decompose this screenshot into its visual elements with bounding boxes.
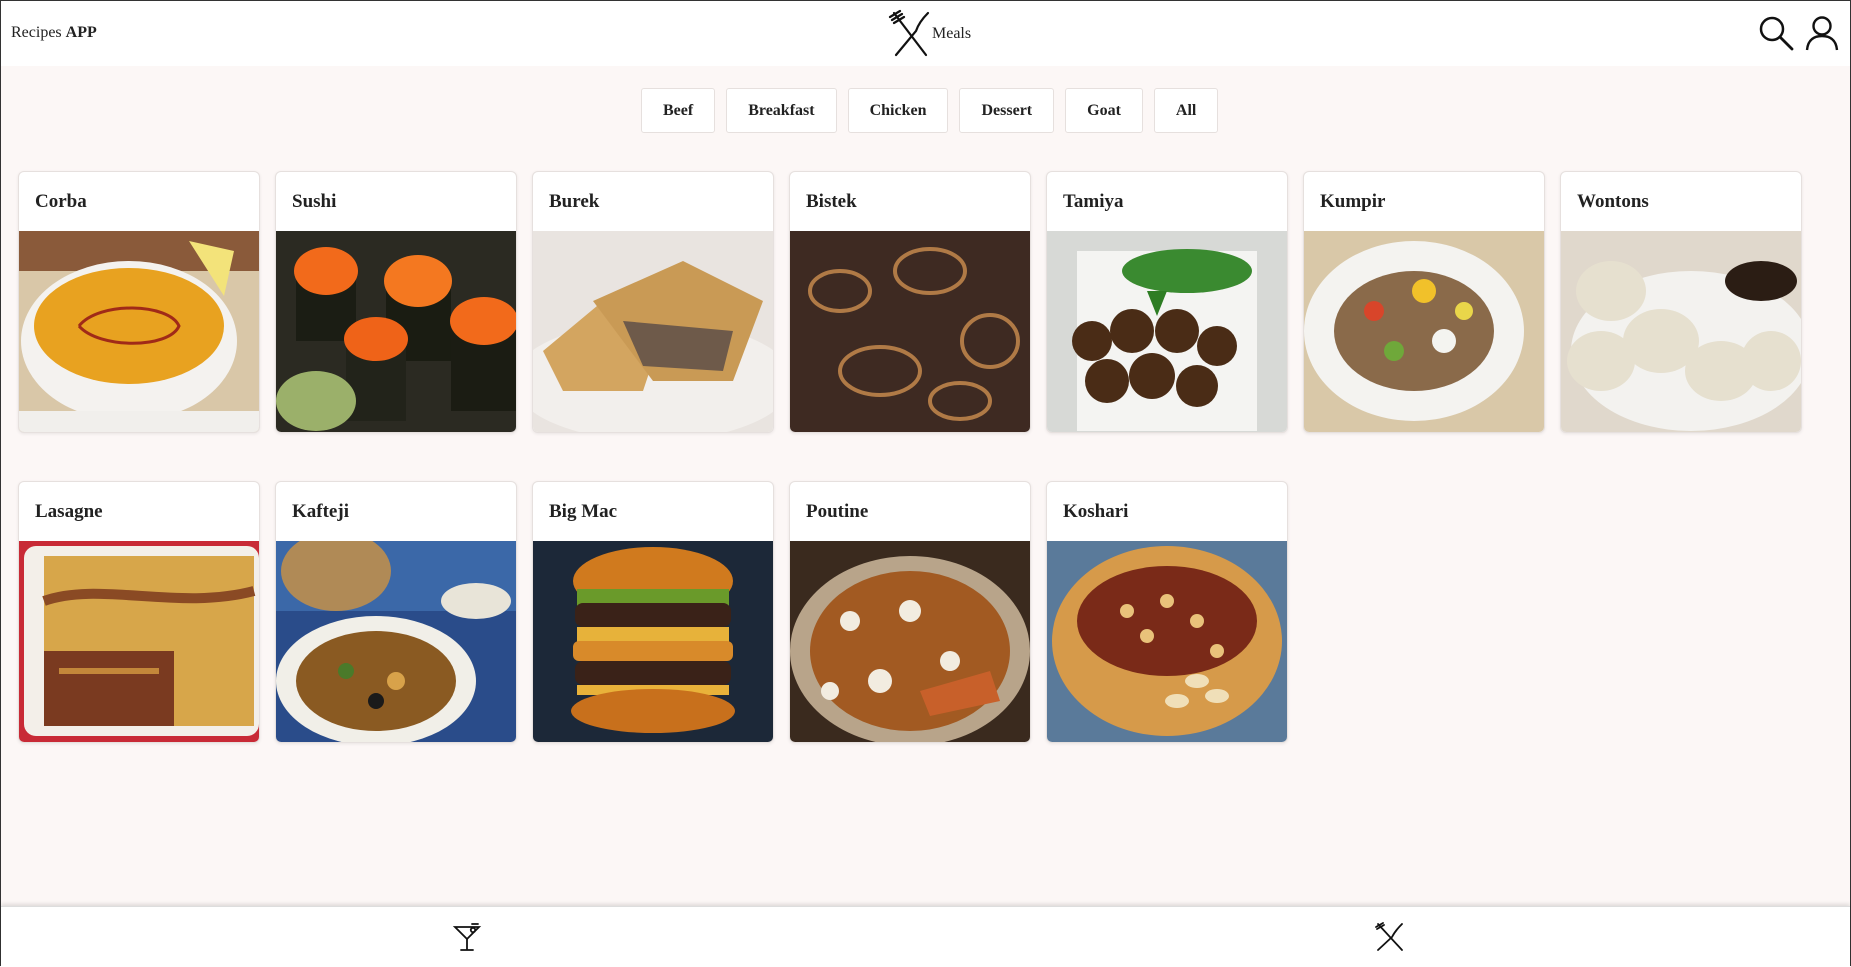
meal-title: Kumpir <box>1320 191 1386 212</box>
meal-image-steak-onions <box>790 231 1030 432</box>
filter-beef[interactable]: Beef <box>641 88 716 133</box>
app-brand[interactable]: Recipes APP <box>11 24 97 42</box>
meal-title: Koshari <box>1063 501 1129 522</box>
filter-chicken[interactable]: Chicken <box>847 88 949 133</box>
meal-card-bistek[interactable]: Bistek <box>789 171 1031 433</box>
fork-knife-icon <box>888 9 930 57</box>
filter-dessert[interactable]: Dessert <box>959 88 1055 133</box>
fork-knife-icon[interactable] <box>1374 921 1406 953</box>
meal-card-tamiya[interactable]: Tamiya <box>1046 171 1288 433</box>
meal-image-lentil-soup <box>19 231 259 432</box>
meal-card-kafteji[interactable]: Kafteji <box>275 481 517 743</box>
meal-card-sushi[interactable]: Sushi <box>275 171 517 433</box>
section-title-label: Meals <box>932 25 972 42</box>
meal-image-pastry <box>533 231 773 432</box>
meal-title: Big Mac <box>549 501 618 522</box>
category-filters: Beef Breakfast Chicken Dessert Goat All <box>641 88 1219 133</box>
search-icon[interactable] <box>1758 15 1794 51</box>
meal-image-lasagne <box>19 541 259 742</box>
brand-prefix: Recipes <box>11 24 62 41</box>
meal-title: Wontons <box>1577 191 1649 212</box>
meal-image-kafteji <box>276 541 516 742</box>
filter-all[interactable]: All <box>1153 88 1219 133</box>
brand-bold: APP <box>65 24 97 41</box>
meal-card-burek[interactable]: Burek <box>532 171 774 433</box>
meal-image-burger <box>533 541 773 742</box>
meal-card-lasagne[interactable]: Lasagne <box>18 481 260 743</box>
meal-title: Burek <box>549 191 600 212</box>
meal-title: Lasagne <box>35 501 103 522</box>
meal-image-poutine <box>790 541 1030 742</box>
meal-title: Bistek <box>806 191 857 212</box>
meal-card-corba[interactable]: Corba <box>18 171 260 433</box>
meal-card-wontons[interactable]: Wontons <box>1560 171 1802 433</box>
meal-card-poutine[interactable]: Poutine <box>789 481 1031 743</box>
meal-card-kumpir[interactable]: Kumpir <box>1303 171 1545 433</box>
meal-image-falafel <box>1047 231 1287 432</box>
meal-title: Corba <box>35 191 87 212</box>
app-header: Recipes APP Meals <box>1 1 1850 66</box>
meal-image-baked-potato <box>1304 231 1544 432</box>
section-title[interactable]: Meals <box>888 9 971 59</box>
cocktail-glass-icon[interactable] <box>451 921 483 953</box>
meal-title: Sushi <box>292 191 337 212</box>
meal-image-sushi-rolls <box>276 231 516 432</box>
meal-image-koshari <box>1047 541 1287 742</box>
meal-title: Kafteji <box>292 501 349 522</box>
filter-breakfast[interactable]: Breakfast <box>726 88 837 133</box>
meal-card-koshari[interactable]: Koshari <box>1046 481 1288 743</box>
filter-goat[interactable]: Goat <box>1065 88 1143 133</box>
meal-image-dumplings <box>1561 231 1801 432</box>
meal-title: Tamiya <box>1063 191 1124 212</box>
user-icon[interactable] <box>1804 15 1840 51</box>
bottom-navigation <box>1 906 1850 967</box>
meal-title: Poutine <box>806 501 869 522</box>
meal-card-big-mac[interactable]: Big Mac <box>532 481 774 743</box>
